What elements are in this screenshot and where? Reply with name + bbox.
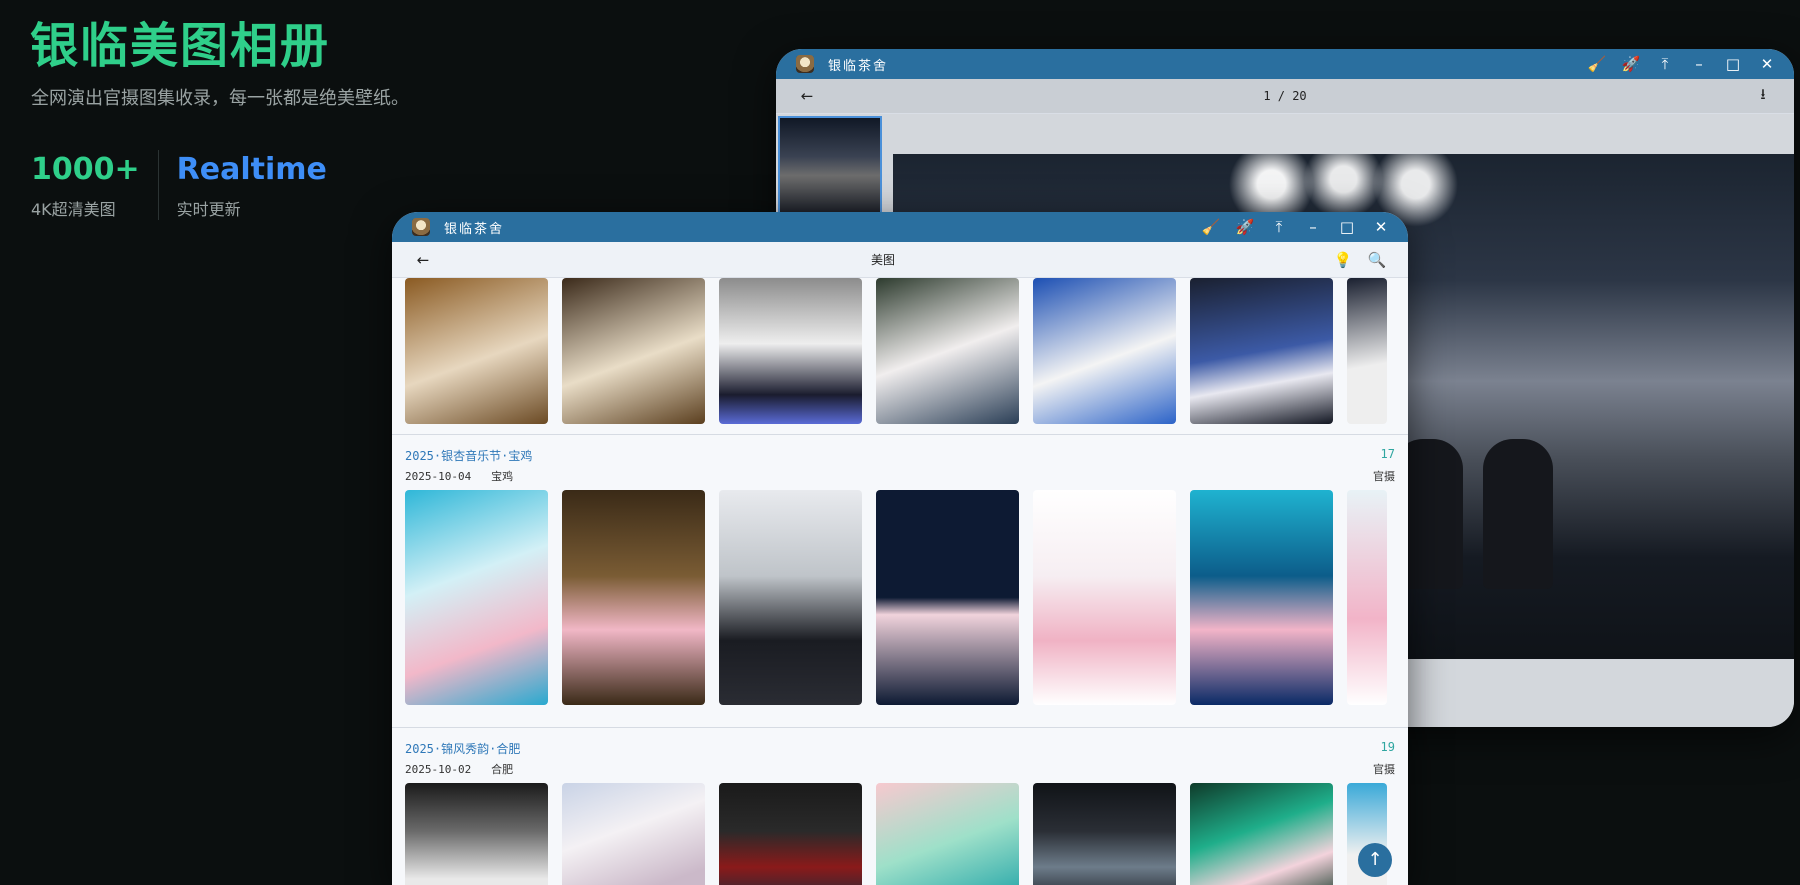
photo-thumb[interactable] — [562, 490, 705, 705]
app-logo-icon — [412, 218, 430, 236]
photo-thumb[interactable] — [719, 490, 862, 705]
photo-thumb[interactable] — [719, 783, 862, 885]
album-title[interactable]: 2025·锦风秀韵·合肥 — [405, 740, 520, 757]
photo-thumb[interactable] — [405, 783, 548, 885]
rocket-icon[interactable]: 🚀 — [1614, 55, 1648, 73]
minimize-icon[interactable]: – — [1682, 55, 1716, 73]
stat-realtime: Realtime 实时更新 — [177, 150, 345, 220]
album-meta: 2025-10-02 合肥 — [405, 761, 513, 777]
hero-subtitle: 全网演出官摄图集收录，每一张都是绝美壁纸。 — [31, 88, 409, 109]
album-date: 2025-10-02 — [405, 763, 472, 776]
photo-thumb[interactable] — [1347, 278, 1387, 424]
album-meta: 2025-10-04 宝鸡 — [405, 468, 513, 484]
photo-thumb[interactable] — [1190, 490, 1333, 705]
stat-value: Realtime — [176, 152, 327, 187]
album-count: 17 — [1380, 447, 1395, 461]
hero-title: 银临美图相册 — [30, 18, 331, 74]
album-tag: 官摄 — [1373, 763, 1395, 776]
photo-person — [1483, 439, 1553, 589]
scroll-to-top-button[interactable]: ↑ — [1358, 843, 1392, 877]
rocket-icon[interactable]: 🚀 — [1228, 218, 1262, 236]
photo-thumb[interactable] — [876, 278, 1019, 424]
page-title: 美图 — [870, 253, 895, 267]
stat-photos: 1000+ 4K超清美图 — [31, 150, 159, 220]
search-icon[interactable]: 🔍 — [1360, 251, 1394, 269]
viewer-toolbar: ← 1 / 20 ⭳ — [776, 79, 1794, 114]
album-section: 2025·锦风秀韵·合肥 19 2025-10-02 合肥 官摄 — [392, 727, 1408, 885]
broom-icon[interactable]: 🧹 — [1580, 55, 1614, 73]
album-section: 2025·银杏音乐节·宝鸡 17 2025-10-04 宝鸡 官摄 — [392, 434, 1408, 705]
photo-thumb[interactable] — [562, 783, 705, 885]
app-logo-icon — [796, 55, 814, 73]
album-date: 2025-10-04 — [405, 470, 472, 483]
stats: 1000+ 4K超清美图 Realtime 实时更新 — [31, 150, 363, 220]
photo-thumb[interactable] — [405, 490, 548, 705]
album-city: 宝鸡 — [491, 470, 514, 483]
photo-thumb[interactable] — [405, 278, 548, 424]
stat-label: 实时更新 — [176, 200, 241, 219]
photo-thumb[interactable] — [1190, 278, 1333, 424]
album-city: 合肥 — [491, 763, 514, 776]
arrow-left-icon[interactable]: ← — [406, 251, 440, 269]
titlebar: 银临茶舍 🧹 🚀 ⤒ – □ ✕ — [392, 212, 1408, 242]
photo-thumb[interactable] — [1033, 278, 1176, 424]
stat-label: 4K超清美图 — [31, 200, 116, 219]
arrow-up-bar-icon[interactable]: ⤒ — [1648, 55, 1682, 73]
gallery-window: 银临茶舍 🧹 🚀 ⤒ – □ ✕ ← 美图 💡 🔍 2025·银杏音乐节·宝鸡 … — [392, 212, 1408, 885]
lightbulb-icon[interactable]: 💡 — [1326, 251, 1360, 269]
photo-thumb[interactable] — [1190, 783, 1333, 885]
photo-thumb[interactable] — [719, 278, 862, 424]
minimize-icon[interactable]: – — [1296, 218, 1330, 236]
photo-thumb[interactable] — [562, 278, 705, 424]
photo-thumb[interactable] — [876, 783, 1019, 885]
gallery-body: 2025·银杏音乐节·宝鸡 17 2025-10-04 宝鸡 官摄 2025·锦… — [392, 278, 1408, 885]
album-title[interactable]: 2025·银杏音乐节·宝鸡 — [405, 447, 532, 464]
thumbnail-selected[interactable] — [778, 116, 882, 216]
photo-thumb[interactable] — [876, 490, 1019, 705]
stat-value: 1000+ — [31, 152, 140, 187]
close-icon[interactable]: ✕ — [1750, 55, 1784, 73]
album-tag: 官摄 — [1373, 470, 1395, 483]
photo-thumb[interactable] — [1033, 490, 1176, 705]
photo-thumb[interactable] — [1347, 490, 1387, 705]
gallery-toolbar: ← 美图 💡 🔍 — [392, 242, 1408, 278]
close-icon[interactable]: ✕ — [1364, 218, 1398, 236]
maximize-icon[interactable]: □ — [1330, 218, 1364, 236]
arrow-left-icon[interactable]: ← — [790, 87, 824, 105]
download-icon[interactable]: ⭳ — [1746, 84, 1780, 109]
maximize-icon[interactable]: □ — [1716, 55, 1750, 73]
album-count: 19 — [1380, 740, 1395, 754]
app-title: 银临茶舍 — [444, 221, 505, 237]
titlebar: 银临茶舍 🧹 🚀 ⤒ – □ ✕ — [776, 49, 1794, 79]
photo-thumb[interactable] — [1033, 783, 1176, 885]
app-title: 银临茶舍 — [828, 58, 889, 74]
page-indicator: 1 / 20 — [1263, 89, 1307, 103]
broom-icon[interactable]: 🧹 — [1194, 218, 1228, 236]
arrow-up-bar-icon[interactable]: ⤒ — [1262, 218, 1296, 236]
